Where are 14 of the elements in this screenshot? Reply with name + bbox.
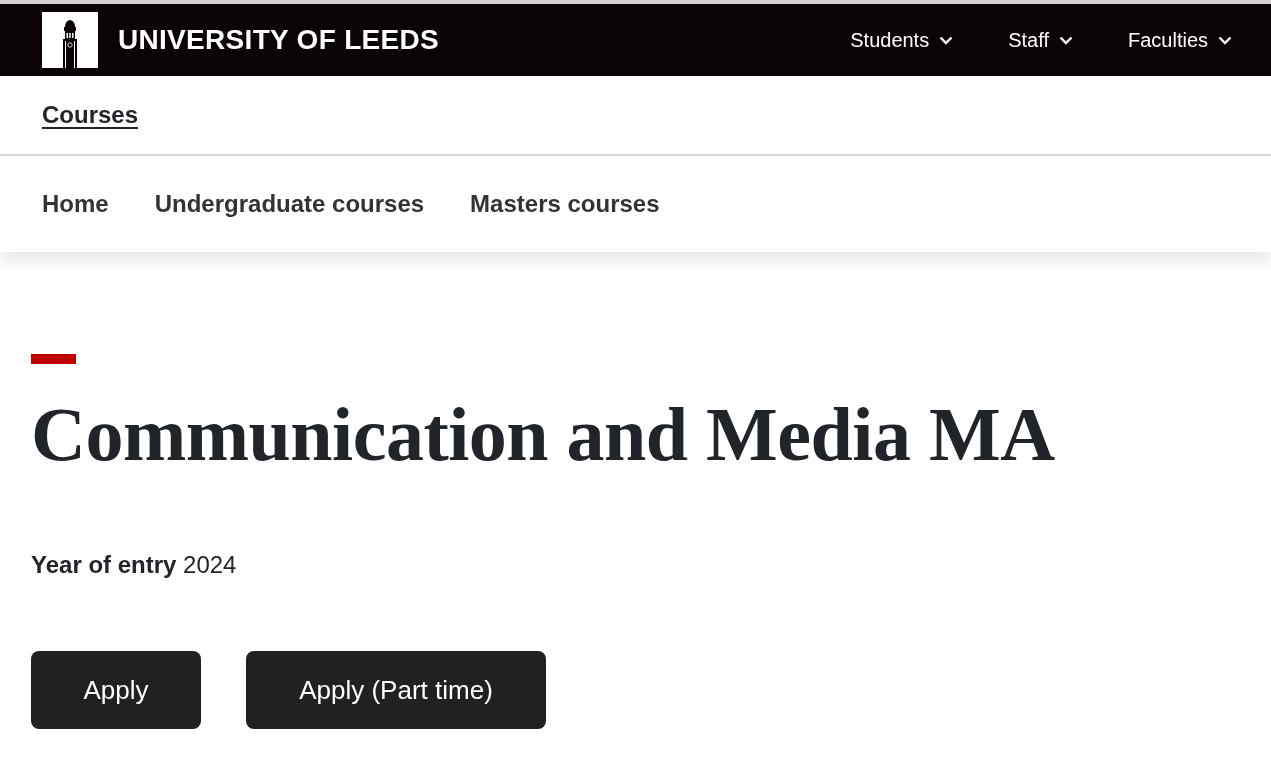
sub-nav-link[interactable]: Undergraduate courses — [154, 192, 425, 216]
sub-nav-link[interactable]: Masters courses — [470, 192, 660, 216]
apply-button[interactable]: Apply — [31, 651, 201, 729]
site-logo-text[interactable]: UNIVERSITY OF LEEDS — [118, 26, 439, 54]
sub-nav-link[interactable]: Home — [42, 192, 109, 216]
course-title: Communication and Media MA — [31, 396, 1055, 472]
apply-button[interactable]: Apply (Part time) — [246, 651, 546, 729]
courses-link[interactable]: Courses — [42, 97, 139, 133]
tower-logo-icon[interactable] — [42, 12, 98, 68]
year-of-entry: Year of entry 2024 — [31, 553, 237, 577]
accent-bar-icon — [31, 354, 76, 364]
top-nav-link[interactable]: Faculties — [1127, 30, 1232, 50]
top-nav-link[interactable]: Students — [850, 30, 954, 50]
top-nav-link[interactable]: Staff — [1008, 30, 1073, 50]
